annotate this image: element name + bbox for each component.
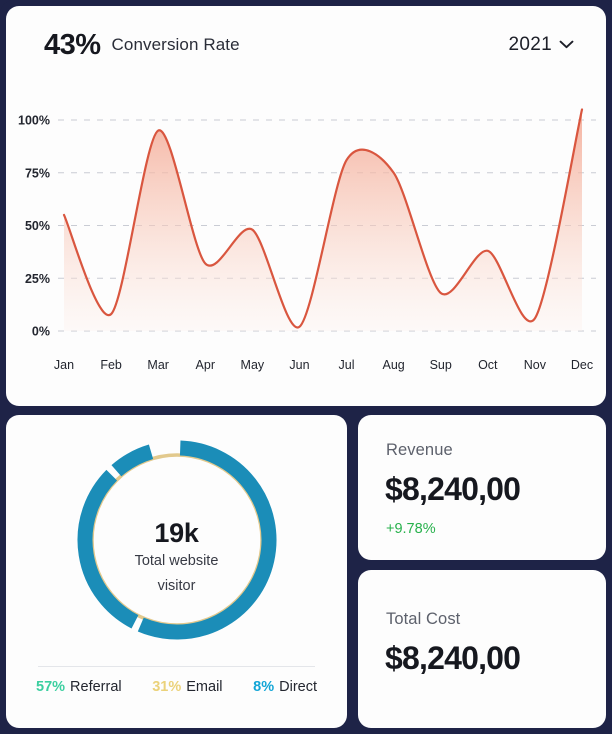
legend-item-referral: 57% Referral (36, 679, 122, 695)
svg-text:75%: 75% (25, 166, 50, 180)
svg-text:25%: 25% (25, 272, 50, 286)
legend-percent-referral: 57% (36, 679, 66, 695)
svg-text:Jun: Jun (289, 358, 309, 372)
svg-text:Nov: Nov (524, 358, 547, 372)
revenue-card: Revenue $8,240,00 +9.78% (358, 415, 606, 560)
conversion-label: Conversion Rate (111, 35, 240, 54)
legend-percent-email: 31% (152, 679, 182, 695)
total-cost-value: $8,240,00 (385, 640, 521, 676)
donut-segment-email (77, 469, 139, 629)
total-cost-card: Total Cost $8,240,00 (358, 570, 606, 728)
svg-text:Oct: Oct (478, 358, 498, 372)
svg-text:0%: 0% (32, 325, 50, 339)
dashboard-root: 43% Conversion Rate 2021 0% 25% 50% 75% 100%… (0, 0, 612, 734)
svg-text:Apr: Apr (196, 358, 215, 372)
svg-text:Jul: Jul (339, 358, 355, 372)
conversion-area-chart: 0% 25% 50% 75% 100% Jan Feb Mar Apr May Jun Jul Aug S… (6, 84, 606, 384)
legend-divider (38, 666, 315, 667)
conversion-percent: 43% (44, 28, 101, 61)
legend-item-direct: 8% Direct (253, 679, 317, 695)
visitors-donut-chart: 19k Total website visitor (6, 425, 347, 655)
conversion-card-header: 43% Conversion Rate 2021 (6, 6, 606, 84)
svg-text:May: May (241, 358, 265, 372)
donut-segment-referral (137, 440, 276, 640)
svg-text:50%: 50% (25, 219, 50, 233)
svg-text:Sup: Sup (430, 358, 452, 372)
svg-text:Mar: Mar (147, 358, 169, 372)
year-select[interactable]: 2021 (509, 34, 574, 56)
conversion-rate-card: 43% Conversion Rate 2021 0% 25% 50% 75% 100%… (6, 6, 606, 406)
svg-text:100%: 100% (18, 114, 50, 128)
revenue-value: $8,240,00 (385, 471, 521, 507)
visitors-legend: 57% Referral 31% Email 8% Direct (6, 679, 347, 695)
website-visitors-card: 19k Total website visitor 57% Referral 3… (6, 415, 347, 728)
legend-label-email: Email (186, 679, 223, 695)
legend-label-referral: Referral (70, 679, 122, 695)
chevron-down-icon (559, 36, 574, 54)
legend-label-direct: Direct (279, 679, 317, 695)
svg-text:Jan: Jan (54, 358, 74, 372)
year-select-value: 2021 (508, 34, 552, 55)
svg-text:Aug: Aug (383, 358, 405, 372)
svg-text:Feb: Feb (100, 358, 122, 372)
revenue-delta: +9.78% (386, 521, 436, 537)
legend-item-email: 31% Email (152, 679, 222, 695)
revenue-title: Revenue (386, 441, 453, 459)
legend-percent-direct: 8% (253, 679, 275, 695)
total-cost-title: Total Cost (386, 610, 461, 628)
svg-text:Dec: Dec (571, 358, 593, 372)
